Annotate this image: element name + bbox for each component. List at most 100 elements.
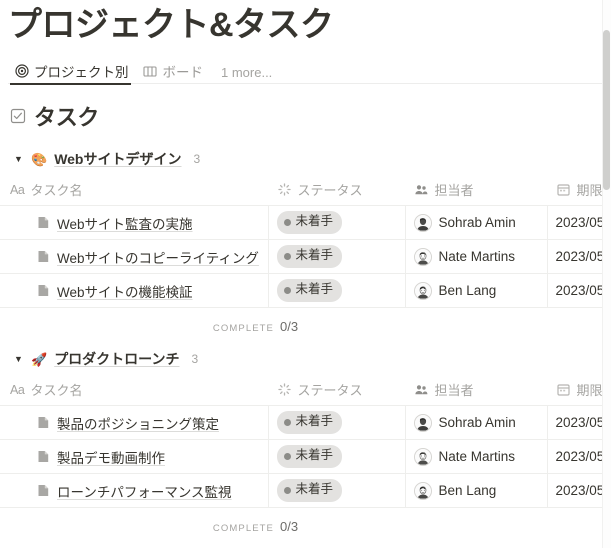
task-name[interactable]: Webサイトの機能検証	[57, 281, 193, 301]
group-name[interactable]: プロダクトローンチ	[54, 349, 179, 369]
date-value: 2023/05,	[555, 249, 609, 264]
cell-person[interactable]: Ben Lang	[405, 273, 548, 308]
status-dot-icon	[283, 286, 291, 294]
tab-board[interactable]: ボード	[139, 57, 214, 84]
task-name[interactable]: 製品のポジショニング策定	[57, 413, 219, 433]
status-label: 未着手	[295, 214, 334, 229]
group-footer-complete: COMPLETE 0/3	[0, 308, 511, 334]
cell-status[interactable]: 未着手	[268, 473, 406, 508]
status-badge[interactable]: 未着手	[276, 279, 343, 302]
cell-task-name[interactable]: Webサイトのコピーライティング	[0, 239, 269, 274]
column-header-status[interactable]: ステータス	[268, 178, 405, 206]
cell-status[interactable]: 未着手	[268, 439, 406, 474]
cell-status[interactable]: 未着手	[268, 205, 406, 240]
date-value: 2023/05,	[555, 483, 609, 498]
column-header-person[interactable]: 担当者	[405, 178, 547, 206]
cell-task-name[interactable]: Webサイト監査の実施	[0, 205, 269, 240]
page-icon	[36, 250, 50, 264]
task-name[interactable]: Webサイト監査の実施	[57, 213, 193, 233]
cell-status[interactable]: 未着手	[268, 273, 406, 308]
column-header-name-label: タスク名	[30, 183, 83, 198]
column-header-person-label: 担当者	[434, 183, 474, 198]
date-value: 2023/05,	[555, 449, 609, 464]
cell-status[interactable]: 未着手	[268, 239, 406, 274]
table-row[interactable]: Webサイトのコピーライティング 未着手 Nate Martins 2023/0…	[0, 239, 611, 274]
status-dot-icon	[283, 218, 291, 226]
group-count: 3	[193, 152, 201, 166]
task-table: Aa タスク名	[0, 378, 611, 508]
table-row[interactable]: Webサイト監査の実施 未着手 Sohrab Amin 2023/05,	[0, 205, 611, 240]
group-name[interactable]: Webサイトデザイン	[54, 149, 181, 169]
cell-task-name[interactable]: 製品デモ動画制作	[0, 439, 269, 474]
target-icon	[14, 63, 29, 78]
tab-board-label: ボード	[162, 64, 204, 80]
scrollbar-thumb[interactable]	[603, 30, 610, 190]
tab-by-project[interactable]: プロジェクト別	[10, 57, 139, 85]
task-table: Aa タスク名	[0, 178, 611, 308]
column-header-date-label: 期限	[576, 383, 603, 398]
cell-person[interactable]: Ben Lang	[405, 473, 548, 508]
cell-task-name[interactable]: 製品のポジショニング策定	[0, 405, 269, 440]
status-badge[interactable]: 未着手	[276, 245, 343, 268]
calendar-icon	[556, 182, 571, 197]
status-badge[interactable]: 未着手	[276, 411, 343, 434]
complete-value: 0/3	[279, 519, 299, 534]
section-heading: タスク	[0, 84, 611, 134]
avatar	[413, 481, 432, 500]
person-name: Ben Lang	[438, 483, 497, 498]
avatar	[413, 247, 432, 266]
palette-emoji-icon: 🎨	[31, 151, 48, 167]
table-row[interactable]: 製品のポジショニング策定 未着手 Sohrab Amin 2023/05,	[0, 405, 611, 440]
avatar	[413, 447, 432, 466]
column-header-name-label: タスク名	[30, 383, 83, 398]
page-icon	[36, 450, 50, 464]
table-row[interactable]: 製品デモ動画制作 未着手 Nate Martins 2023/05,	[0, 439, 611, 474]
person-name: Sohrab Amin	[438, 415, 516, 430]
group-header[interactable]: ▼ 🚀 プロダクトローンチ 3	[0, 348, 611, 370]
more-views-button[interactable]: 1 more...	[221, 65, 272, 84]
cell-person[interactable]: Sohrab Amin	[405, 205, 548, 240]
status-dot-icon	[283, 418, 291, 426]
task-name[interactable]: Webサイトのコピーライティング	[57, 247, 259, 267]
task-name[interactable]: ローンチパフォーマンス監視	[57, 481, 232, 501]
status-label: 未着手	[295, 282, 334, 297]
column-header-name[interactable]: Aa タスク名	[0, 378, 268, 406]
tab-by-project-label: プロジェクト別	[34, 64, 129, 80]
page-icon	[36, 284, 50, 298]
table-row[interactable]: Webサイトの機能検証 未着手 Ben Lang 2023/05,	[0, 273, 611, 308]
person-name: Nate Martins	[438, 449, 516, 464]
column-header-status[interactable]: ステータス	[268, 378, 405, 406]
status-label: 未着手	[295, 448, 334, 463]
cell-person[interactable]: Nate Martins	[405, 439, 548, 474]
cell-status[interactable]: 未着手	[268, 405, 406, 440]
column-header-status-label: ステータス	[297, 383, 363, 398]
status-badge[interactable]: 未着手	[276, 445, 343, 468]
date-value: 2023/05,	[555, 283, 609, 298]
status-label: 未着手	[295, 248, 334, 263]
avatar	[413, 413, 432, 432]
status-badge[interactable]: 未着手	[276, 479, 343, 502]
group-count: 3	[191, 352, 199, 366]
page-icon	[36, 216, 50, 230]
table-row[interactable]: ローンチパフォーマンス監視 未着手 Ben Lang 2023/05,	[0, 473, 611, 508]
collapse-caret-icon[interactable]: ▼	[14, 154, 24, 164]
group-website-design: ▼ 🎨 Webサイトデザイン 3 Aa タスク名 ステータス 担当者 期限 We…	[0, 148, 611, 334]
task-name[interactable]: 製品デモ動画制作	[57, 447, 165, 467]
group-header[interactable]: ▼ 🎨 Webサイトデザイン 3	[0, 148, 611, 170]
cell-person[interactable]: Nate Martins	[405, 239, 548, 274]
cell-task-name[interactable]: Webサイトの機能検証	[0, 273, 269, 308]
avatar	[413, 281, 432, 300]
column-header-date-label: 期限	[576, 183, 603, 198]
board-icon	[143, 63, 158, 78]
status-badge[interactable]: 未着手	[276, 211, 343, 234]
column-header-person[interactable]: 担当者	[405, 378, 547, 406]
person-name: Nate Martins	[438, 249, 516, 264]
cell-person[interactable]: Sohrab Amin	[405, 405, 548, 440]
cell-task-name[interactable]: ローンチパフォーマンス監視	[0, 473, 269, 508]
vertical-scrollbar[interactable]	[602, 0, 611, 548]
aa-text-icon: Aa	[10, 382, 25, 397]
status-dot-icon	[283, 252, 291, 260]
collapse-caret-icon[interactable]: ▼	[14, 354, 24, 364]
date-value: 2023/05,	[555, 415, 609, 430]
column-header-name[interactable]: Aa タスク名	[0, 178, 268, 206]
